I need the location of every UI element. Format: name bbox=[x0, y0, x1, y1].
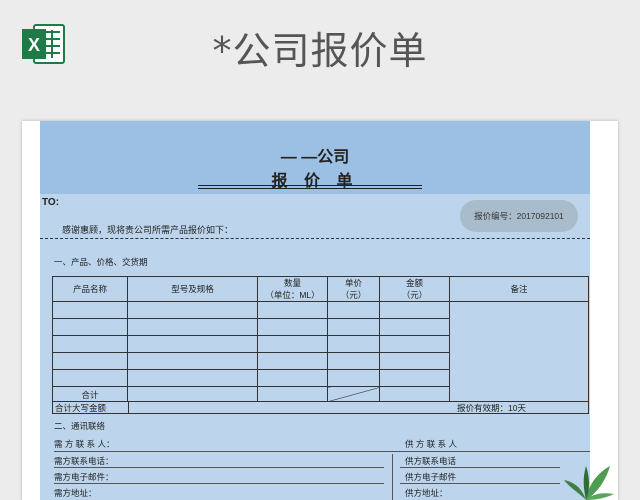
title-underline bbox=[198, 185, 422, 186]
cell[interactable] bbox=[52, 335, 128, 353]
cell[interactable] bbox=[379, 301, 450, 319]
cell[interactable] bbox=[379, 318, 450, 336]
buyer-address-label: 需方地址： bbox=[54, 488, 97, 498]
buyer-phone-label: 需方联系电话： bbox=[54, 456, 114, 466]
total-label: 合计 bbox=[52, 386, 128, 402]
cell[interactable] bbox=[127, 386, 258, 402]
form-header: — —公司 报 价 单 bbox=[40, 121, 590, 194]
cell[interactable] bbox=[257, 369, 328, 387]
header-amount: 金额 （元） bbox=[379, 276, 450, 302]
section-contact-title: 二、通讯联络 bbox=[54, 421, 106, 431]
contact-line bbox=[400, 467, 560, 468]
supplier-phone-label: 供方联系电话 bbox=[405, 456, 457, 466]
cell[interactable] bbox=[379, 386, 450, 402]
cell[interactable] bbox=[257, 386, 328, 402]
company-name: — —公司 bbox=[280, 149, 350, 166]
buyer-email-label: 需方电子邮件： bbox=[54, 472, 114, 482]
cell[interactable] bbox=[127, 335, 258, 353]
contact-line bbox=[400, 483, 560, 484]
validity-text: 报价有效期：10天 bbox=[457, 403, 526, 413]
cell[interactable] bbox=[257, 352, 328, 370]
cell[interactable] bbox=[257, 335, 328, 353]
plant-decoration bbox=[564, 466, 614, 500]
total-caps-label: 合计大写金额 bbox=[55, 403, 107, 413]
title-underline-double bbox=[198, 188, 422, 189]
header-price-unit: （元） bbox=[340, 290, 367, 300]
cell[interactable] bbox=[127, 301, 258, 319]
cell[interactable] bbox=[52, 318, 128, 336]
header-unit-price: 单价 （元） bbox=[327, 276, 380, 302]
cell[interactable] bbox=[257, 301, 328, 319]
supplier-contact-label: 供 方 联 系 人 bbox=[405, 439, 457, 449]
contact-line bbox=[54, 483, 384, 484]
contact-line bbox=[54, 467, 384, 468]
buyer-contact-label: 需 方 联 系 人： bbox=[54, 439, 115, 449]
to-label: TO: bbox=[42, 197, 60, 208]
cell[interactable] bbox=[379, 352, 450, 370]
header-quantity: 数量 （单位：ML） bbox=[257, 276, 328, 302]
cell[interactable] bbox=[52, 301, 128, 319]
cell[interactable] bbox=[327, 335, 380, 353]
cell[interactable] bbox=[327, 301, 380, 319]
header-remark: 备注 bbox=[449, 276, 589, 302]
cell[interactable] bbox=[127, 369, 258, 387]
header-qty-unit: （单位：ML） bbox=[265, 290, 320, 300]
header-product-name: 产品名称 bbox=[52, 276, 128, 302]
cell[interactable] bbox=[257, 318, 328, 336]
cell[interactable] bbox=[327, 369, 380, 387]
header-model: 型号及规格 bbox=[127, 276, 258, 302]
header-qty-label: 数量 bbox=[283, 278, 301, 288]
cell[interactable] bbox=[52, 352, 128, 370]
cell[interactable] bbox=[127, 352, 258, 370]
total-caps-row: 合计大写金额 报价有效期：10天 bbox=[52, 401, 589, 414]
contact-divider bbox=[392, 454, 393, 500]
cell-divider bbox=[128, 402, 129, 413]
cell[interactable] bbox=[52, 369, 128, 387]
quotation-form: — —公司 报 价 单 TO: 报价编号：2017092101 感谢惠顾，现将贵… bbox=[40, 121, 590, 500]
cell[interactable] bbox=[327, 318, 380, 336]
product-table: 产品名称 型号及规格 数量 （单位：ML） 单价 （元） 金额 （元） 备注 合计 bbox=[52, 276, 589, 414]
supplier-email-label: 供方电子邮件 bbox=[405, 472, 457, 482]
remark-cell[interactable] bbox=[449, 301, 589, 402]
slashed-cell bbox=[327, 386, 380, 402]
cell[interactable] bbox=[327, 352, 380, 370]
cell[interactable] bbox=[379, 335, 450, 353]
page-title: *公司报价单 bbox=[212, 29, 428, 73]
dashed-divider bbox=[40, 238, 590, 239]
cell[interactable] bbox=[127, 318, 258, 336]
thanks-text: 感谢惠顾，现将贵公司所需产品报价如下： bbox=[62, 225, 234, 235]
cell[interactable] bbox=[379, 369, 450, 387]
header-price-label: 单价 bbox=[344, 278, 362, 288]
header-amount-label: 金额 bbox=[405, 278, 423, 288]
header-amount-unit: （元） bbox=[401, 290, 428, 300]
contact-line bbox=[54, 451, 590, 452]
section-products-title: 一、产品、价格、交货期 bbox=[54, 257, 148, 267]
supplier-address-label: 供方地址： bbox=[405, 488, 448, 498]
quote-number-badge: 报价编号：2017092101 bbox=[460, 200, 578, 232]
